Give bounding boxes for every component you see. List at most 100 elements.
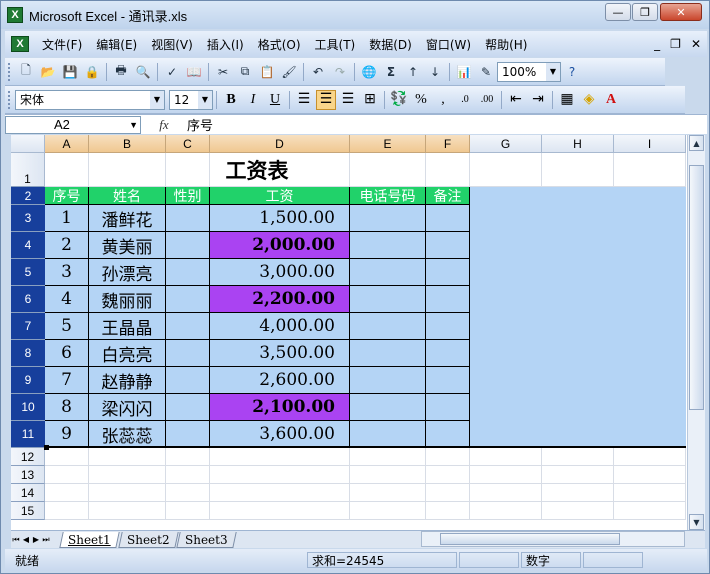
cell-no[interactable]: 8 — [45, 394, 89, 421]
menu-insert[interactable]: 插入(I) — [200, 36, 251, 53]
cell-no[interactable]: 1 — [45, 205, 89, 232]
row-header-1[interactable]: 1 — [11, 153, 45, 187]
column-header-f[interactable]: F — [426, 135, 470, 153]
last-sheet-icon[interactable]: ⏭ — [41, 535, 51, 545]
cell-note[interactable] — [426, 286, 470, 313]
toolbar-grip[interactable] — [8, 62, 12, 81]
cell-salary[interactable]: 2,600.00 — [210, 367, 350, 394]
sort-descending-icon[interactable]: ↓ — [425, 62, 445, 82]
open-folder-icon[interactable]: 📂 — [38, 62, 58, 82]
scroll-down-icon[interactable]: ▼ — [689, 514, 704, 530]
cut-icon[interactable]: ✂ — [213, 62, 233, 82]
cell-salary[interactable]: 3,000.00 — [210, 259, 350, 286]
maximize-button[interactable]: ❐ — [632, 3, 658, 21]
comma-style-button[interactable]: , — [433, 90, 453, 110]
insert-function-icon[interactable]: fx — [141, 117, 187, 133]
menu-window[interactable]: 窗口(W) — [419, 36, 478, 53]
row-header-14[interactable]: 14 — [11, 484, 45, 502]
italic-button[interactable]: I — [243, 90, 263, 110]
row-header-5[interactable]: 5 — [11, 259, 45, 286]
help-icon[interactable]: ? — [562, 62, 582, 82]
cell-name[interactable]: 魏丽丽 — [89, 286, 166, 313]
column-header-g[interactable]: G — [470, 135, 542, 153]
align-right-icon[interactable]: ☰ — [338, 90, 358, 110]
merge-center-icon[interactable]: ⊞ — [360, 90, 380, 110]
font-name-select[interactable]: 宋体 ▼ — [15, 89, 165, 110]
cell-no[interactable]: 6 — [45, 340, 89, 367]
cell-note[interactable] — [426, 232, 470, 259]
fill-color-icon[interactable]: ◈ — [579, 90, 599, 110]
cell-name[interactable]: 赵静静 — [89, 367, 166, 394]
cell-phone[interactable] — [350, 313, 426, 340]
cell-name[interactable]: 潘鲜花 — [89, 205, 166, 232]
cell-name[interactable]: 张蕊蕊 — [89, 421, 166, 448]
copy-icon[interactable]: ⧉ — [235, 62, 255, 82]
cell-no[interactable]: 3 — [45, 259, 89, 286]
research-icon[interactable]: 📖 — [184, 62, 204, 82]
decrease-decimal-icon[interactable]: .00 — [477, 90, 497, 110]
underline-button[interactable]: U — [265, 90, 285, 110]
scroll-up-icon[interactable]: ▲ — [689, 135, 704, 151]
horizontal-scrollbar[interactable] — [421, 531, 685, 547]
cell-phone[interactable] — [350, 232, 426, 259]
cell-salary[interactable]: 2,200.00 — [210, 286, 350, 313]
select-all-corner[interactable] — [11, 135, 45, 153]
row-header-15[interactable]: 15 — [11, 502, 45, 520]
cell-salary[interactable]: 4,000.00 — [210, 313, 350, 340]
new-document-icon[interactable]: 🗋 — [16, 62, 36, 82]
cell-note[interactable] — [426, 367, 470, 394]
row-header-3[interactable]: 3 — [11, 205, 45, 232]
undo-icon[interactable]: ↶ — [308, 62, 328, 82]
currency-icon[interactable]: 💱 — [389, 90, 409, 110]
decrease-indent-icon[interactable]: ⇤ — [506, 90, 526, 110]
minimize-button[interactable]: — — [605, 3, 631, 21]
cell-gender[interactable] — [166, 286, 210, 313]
cell-salary[interactable]: 2,100.00 — [210, 394, 350, 421]
column-header-b[interactable]: B — [89, 135, 166, 153]
name-box[interactable]: A2 ▼ — [5, 115, 141, 134]
autosum-icon[interactable]: Σ — [381, 62, 401, 82]
row-header-10[interactable]: 10 — [11, 394, 45, 421]
print-icon[interactable]: 🖶 — [111, 62, 131, 82]
cell-note[interactable] — [426, 313, 470, 340]
format-painter-icon[interactable]: 🖌 — [279, 62, 299, 82]
row-header-7[interactable]: 7 — [11, 313, 45, 340]
cell-phone[interactable] — [350, 367, 426, 394]
align-left-icon[interactable]: ☰ — [294, 90, 314, 110]
cell-phone[interactable] — [350, 205, 426, 232]
hyperlink-icon[interactable]: 🌐 — [359, 62, 379, 82]
cell-note[interactable] — [426, 421, 470, 448]
cell-name[interactable]: 王晶晶 — [89, 313, 166, 340]
column-header-i[interactable]: I — [614, 135, 686, 153]
chevron-down-icon[interactable]: ▼ — [129, 120, 138, 130]
column-header-c[interactable]: C — [166, 135, 210, 153]
vertical-scroll-thumb[interactable] — [689, 165, 704, 410]
align-center-icon[interactable]: ☰ — [316, 89, 336, 110]
menu-data[interactable]: 数据(D) — [362, 36, 419, 53]
cell-salary[interactable]: 2,000.00 — [210, 232, 350, 259]
paste-icon[interactable]: 📋 — [257, 62, 277, 82]
cell-phone[interactable] — [350, 421, 426, 448]
borders-icon[interactable]: ▦ — [557, 90, 577, 110]
row-header-11[interactable]: 11 — [11, 421, 45, 448]
first-sheet-icon[interactable]: ⏮ — [11, 535, 21, 545]
column-header-e[interactable]: E — [350, 135, 426, 153]
toolbar-grip[interactable] — [8, 90, 12, 109]
cell-gender[interactable] — [166, 259, 210, 286]
increase-indent-icon[interactable]: ⇥ — [528, 90, 548, 110]
cell-name[interactable]: 梁闪闪 — [89, 394, 166, 421]
cell-salary[interactable]: 3,500.00 — [210, 340, 350, 367]
menu-view[interactable]: 视图(V) — [144, 36, 200, 53]
row-header-2[interactable]: 2 — [11, 187, 45, 205]
document-icon[interactable]: X — [11, 36, 29, 52]
cell-gender[interactable] — [166, 340, 210, 367]
tab-sheet3[interactable]: Sheet3 — [176, 531, 237, 548]
cell-no[interactable]: 9 — [45, 421, 89, 448]
row-header-9[interactable]: 9 — [11, 367, 45, 394]
doc-minimize-button[interactable]: _ — [649, 37, 665, 51]
font-color-icon[interactable]: A — [601, 90, 621, 110]
vertical-scrollbar[interactable]: ▲ ▼ — [687, 135, 705, 530]
permission-icon[interactable]: 🔒 — [82, 62, 102, 82]
header-cell[interactable]: 序号 — [45, 187, 89, 205]
percent-button[interactable]: % — [411, 90, 431, 110]
